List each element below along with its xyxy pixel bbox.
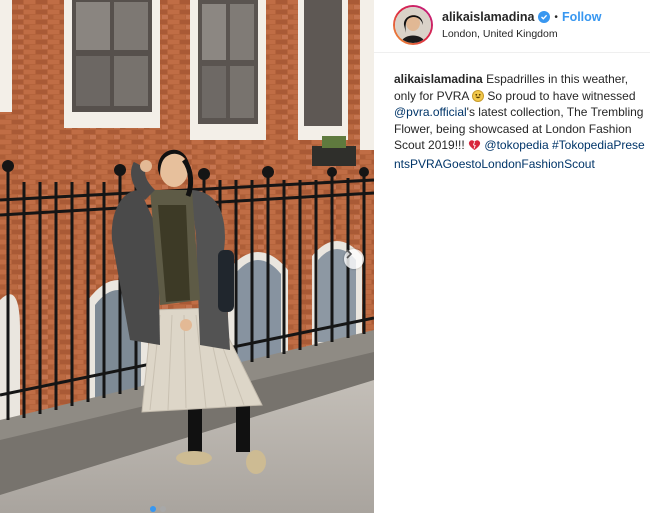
location-link[interactable]: London, United Kingdom <box>442 28 558 40</box>
grinning-emoji-icon <box>472 89 485 102</box>
post-photo[interactable] <box>0 0 374 513</box>
heart-emoji-icon <box>468 139 481 156</box>
carousel-indicator <box>150 506 166 512</box>
post-side-panel: alikaislamadina • Follow London, United … <box>374 0 650 513</box>
profile-photo <box>395 7 431 43</box>
carousel-dot-active <box>150 506 156 512</box>
avatar-story-ring[interactable] <box>393 5 433 45</box>
caption-text-2: So proud to have witnessed <box>487 88 636 103</box>
username-row: alikaislamadina • Follow <box>442 10 602 24</box>
street-photo-illustration <box>0 0 374 513</box>
mention-pvra[interactable]: @pvra.official <box>394 105 467 119</box>
mention-tokopedia[interactable]: @tokopedia <box>484 138 548 152</box>
next-photo-button[interactable] <box>344 249 364 269</box>
chevron-right-icon <box>346 249 353 259</box>
follow-button[interactable]: Follow <box>562 10 602 24</box>
separator-dot: • <box>554 11 558 23</box>
avatar[interactable] <box>395 7 431 43</box>
post-caption: alikaislamadina Espadrilles in this weat… <box>394 71 650 173</box>
carousel-dot <box>160 506 166 512</box>
verified-badge-icon <box>538 11 551 23</box>
username-link[interactable]: alikaislamadina <box>442 10 534 24</box>
post-header: alikaislamadina • Follow London, United … <box>374 0 650 53</box>
caption-username[interactable]: alikaislamadina <box>394 72 483 86</box>
